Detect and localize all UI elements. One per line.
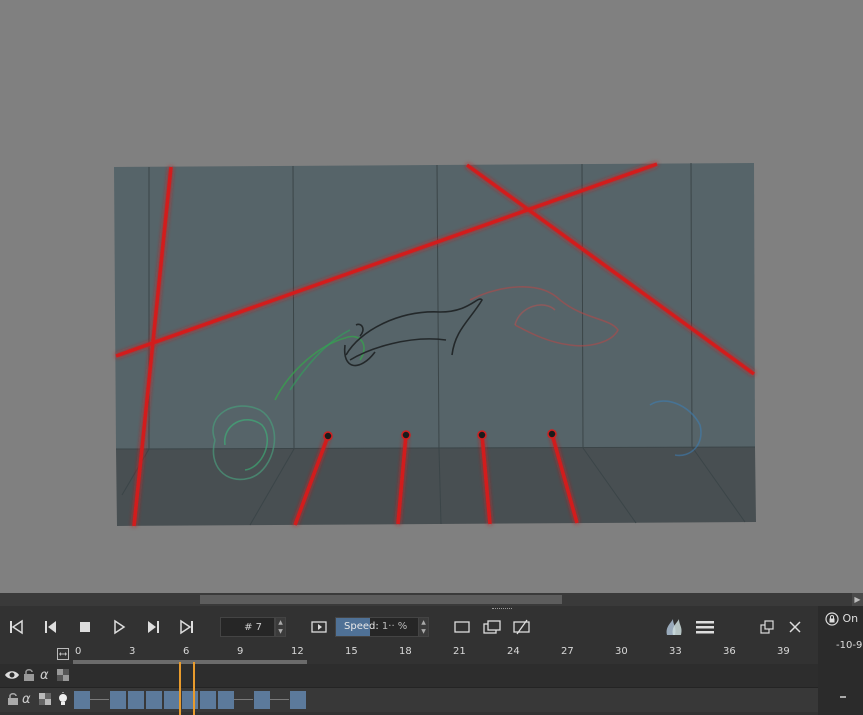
frame-spinner[interactable]: ▲ ▼ bbox=[275, 617, 286, 637]
lock-icon[interactable] bbox=[22, 668, 36, 687]
onion-lock[interactable]: On bbox=[825, 612, 858, 626]
hold-connector bbox=[269, 699, 289, 700]
canvas-floor bbox=[116, 447, 756, 526]
panel-resize-grip[interactable] bbox=[492, 608, 512, 612]
layer-row-active[interactable]: α bbox=[0, 687, 818, 712]
animation-timeline-panel: # 7 ▲ ▼ Speed: 1·· % ▲ ▼ 0 3 6 9 12 15 18 21 24 27 3… bbox=[0, 606, 863, 715]
speed-spinner[interactable]: ▲ ▼ bbox=[418, 617, 429, 637]
side-marker bbox=[840, 696, 846, 698]
float-icon[interactable] bbox=[756, 616, 778, 638]
tick-label: 30 bbox=[615, 646, 628, 657]
lock-icon[interactable] bbox=[825, 612, 839, 626]
hold-connector bbox=[89, 699, 109, 700]
prev-frame-icon[interactable] bbox=[40, 616, 62, 638]
checker-icon[interactable] bbox=[38, 692, 52, 711]
keyframe-cell[interactable] bbox=[128, 691, 144, 709]
close-icon[interactable] bbox=[784, 616, 806, 638]
tick-label: 36 bbox=[723, 646, 736, 657]
keyframe-cell[interactable] bbox=[146, 691, 162, 709]
keyframe-cell[interactable] bbox=[290, 691, 306, 709]
keyframe-cell[interactable] bbox=[200, 691, 216, 709]
keyframe-cell[interactable] bbox=[74, 691, 90, 709]
tick-label: 18 bbox=[399, 646, 412, 657]
loop-icon[interactable] bbox=[308, 616, 330, 638]
tick-label: 9 bbox=[237, 646, 244, 657]
hold-connector bbox=[233, 699, 253, 700]
tick-label: 27 bbox=[561, 646, 574, 657]
keyframe-cell[interactable] bbox=[110, 691, 126, 709]
play-icon[interactable] bbox=[108, 616, 130, 638]
first-frame-icon[interactable] bbox=[5, 616, 27, 638]
menu-icon[interactable] bbox=[694, 616, 716, 638]
keyframe-cell[interactable] bbox=[254, 691, 270, 709]
tick-label: 15 bbox=[345, 646, 358, 657]
lock-open-icon[interactable] bbox=[6, 692, 20, 711]
scrollbar-thumb[interactable] bbox=[200, 595, 562, 604]
bulb-icon[interactable] bbox=[56, 692, 70, 711]
onion-skin-icon[interactable] bbox=[662, 616, 688, 638]
tick-label: 0 bbox=[75, 646, 82, 657]
stop-icon[interactable] bbox=[74, 616, 96, 638]
eye-icon[interactable] bbox=[4, 668, 20, 687]
horizontal-scrollbar[interactable]: ▶ bbox=[0, 593, 863, 606]
range-label: -10-9 bbox=[836, 640, 863, 651]
speed-label: Speed: bbox=[344, 621, 379, 632]
tick-label: 21 bbox=[453, 646, 466, 657]
frame-ruler[interactable]: 0 3 6 9 12 15 18 21 24 27 30 33 36 39 bbox=[73, 646, 818, 664]
tick-label: 24 bbox=[507, 646, 520, 657]
expand-columns-icon[interactable] bbox=[57, 648, 69, 660]
alpha-icon[interactable]: α bbox=[40, 668, 49, 684]
next-frame-icon[interactable] bbox=[142, 616, 164, 638]
keyframe-cell[interactable] bbox=[164, 691, 180, 709]
tick-label: 39 bbox=[777, 646, 790, 657]
last-frame-icon[interactable] bbox=[176, 616, 198, 638]
drawing-canvas[interactable] bbox=[0, 0, 863, 593]
tick-label: 33 bbox=[669, 646, 682, 657]
frame-icon[interactable] bbox=[451, 616, 473, 638]
layer-row-top[interactable]: α bbox=[0, 664, 818, 688]
no-frame-icon[interactable] bbox=[511, 616, 533, 638]
tick-label: 12 bbox=[291, 646, 304, 657]
current-frame-input[interactable]: # 7 bbox=[220, 617, 275, 637]
onion-frames-icon[interactable] bbox=[481, 616, 503, 638]
tick-label: 3 bbox=[129, 646, 136, 657]
keyframe-cell[interactable] bbox=[218, 691, 234, 709]
scroll-right-icon[interactable]: ▶ bbox=[852, 593, 863, 606]
checker-icon[interactable] bbox=[56, 668, 70, 687]
canvas-viewport[interactable] bbox=[0, 0, 863, 593]
tick-label: 6 bbox=[183, 646, 190, 657]
speed-value: 1·· % bbox=[381, 621, 408, 632]
alpha-lock-icon[interactable]: α bbox=[22, 692, 31, 708]
lock-label: On bbox=[842, 612, 859, 625]
current-frame-cursor[interactable] bbox=[179, 662, 195, 715]
playback-speed-slider[interactable]: Speed: 1·· % bbox=[335, 617, 419, 637]
